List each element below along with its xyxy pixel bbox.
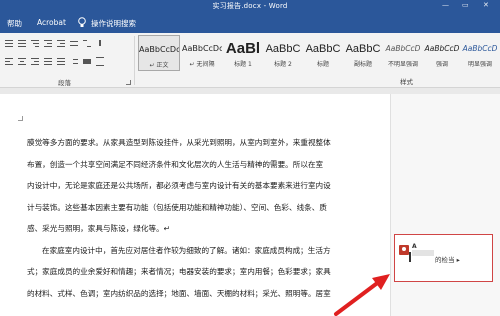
lightbulb-icon — [78, 17, 86, 27]
style-subtle-emphasis[interactable]: AaBbCcD 不明显强调 — [384, 35, 422, 71]
margin-corner-mark — [18, 116, 23, 121]
style-heading-2[interactable]: AaBbC 标题 2 — [264, 35, 302, 71]
style-name: 标题 2 — [274, 61, 292, 68]
style-sample: AaBl — [225, 40, 261, 57]
style-name: 标题 — [316, 61, 329, 68]
style-sample: AaBbCcDc — [139, 45, 180, 54]
paragraph-group-label: 段落 — [58, 79, 71, 87]
style-normal[interactable]: AaBbCcDc ↵ 正文 — [138, 35, 180, 71]
comment-text: 的检当 ▸ — [435, 256, 460, 264]
ribbon: 段落 AaBbCcDc ↵ 正文 AaBbCcDc ↵ 无间隔 AaBl 标题 … — [0, 33, 500, 88]
doc-line: 内设计中，无论是家庭还是公共场所，都必须考虑与室内设计有关的基本要素来进行室内设 — [27, 181, 331, 190]
tab-help[interactable]: 帮助 — [7, 18, 22, 29]
sort-icon[interactable] — [82, 38, 92, 48]
comment-redacted-text — [412, 250, 434, 256]
style-name: ↵ 正文 — [149, 62, 169, 69]
close-button[interactable]: ✕ — [483, 1, 489, 9]
doc-line: 在家庭室内设计中，首先应对居住者作较为细致的了解。诸如：家庭成员构成；生活方 — [42, 245, 331, 255]
show-marks-icon[interactable] — [95, 38, 105, 48]
style-name: 标题 1 — [234, 61, 252, 68]
comment-balloon[interactable]: A 的检当 ▸ — [394, 234, 493, 282]
style-heading-1[interactable]: AaBl 标题 1 — [224, 35, 262, 71]
style-title[interactable]: AaBbC 标题 — [304, 35, 342, 71]
text-cursor-icon — [409, 252, 411, 262]
style-intense-emphasis[interactable]: AaBbCcD 明显强调 — [462, 35, 498, 71]
doc-line: 布置，创造一个共享空间满足不同经济条件和文化层次的人生活与精神的需要。所以在室 — [27, 159, 324, 169]
title-bar: 实习报告.docx - Word — ▭ ✕ — [0, 0, 500, 13]
tell-me-search[interactable]: 操作说明搜索 — [91, 18, 136, 29]
style-emphasis[interactable]: AaBbCcD 强调 — [424, 35, 460, 71]
ribbon-tab-row: 帮助 Acrobat 操作说明搜索 — [0, 13, 500, 33]
group-separator — [134, 36, 135, 85]
styles-group-label: 样式 — [400, 78, 413, 86]
style-subtitle[interactable]: AaBbC 副标题 — [344, 35, 382, 71]
maximize-button[interactable]: ▭ — [462, 1, 469, 9]
style-name: 明显强调 — [467, 61, 492, 68]
doc-line: 的材料、式样、色调；室内纺织品的选择；地面、墙面、天棚的材料；采光、照明等。居室 — [27, 288, 331, 298]
user-avatar-icon — [399, 245, 409, 255]
align-center-icon[interactable] — [17, 56, 27, 66]
comment-author: A — [412, 243, 417, 250]
style-sample: AaBbC — [305, 43, 341, 55]
decrease-indent-icon[interactable] — [43, 38, 53, 48]
paragraph-group: 段落 — [0, 33, 134, 88]
minimize-button[interactable]: — — [442, 1, 449, 9]
tab-acrobat[interactable]: Acrobat — [37, 18, 66, 27]
style-sample: AaBbC — [265, 43, 301, 55]
style-sample: AaBbCcDc — [182, 44, 222, 53]
document-body[interactable]: 膜觉等多方面的要求。从家具造型到陈设挂件，从采光到照明，从室内到室外，来重视整体… — [27, 132, 343, 304]
line-spacing-icon[interactable] — [69, 56, 79, 66]
style-name: 不明显强调 — [387, 61, 418, 68]
borders-icon[interactable] — [95, 56, 105, 66]
align-left-icon[interactable] — [4, 56, 14, 66]
style-no-spacing[interactable]: AaBbCcDc ↵ 无间隔 — [182, 35, 222, 71]
chinese-layout-icon[interactable] — [69, 38, 79, 48]
shading-icon[interactable] — [82, 56, 92, 66]
style-name: 副标题 — [353, 61, 372, 68]
style-sample: AaBbCcD — [385, 44, 421, 53]
doc-line: 感、采光与照明，家具与陈设，绿化等。↵ — [27, 224, 171, 233]
style-name: 强调 — [435, 61, 448, 68]
comments-pane — [390, 94, 500, 316]
style-name: ↵ 无间隔 — [189, 61, 215, 68]
doc-line: 式；家庭成员的业余爱好和情趣；来者情况；电器安装的要求；室内用餐；色彩要求；家具 — [27, 267, 331, 276]
bullets-icon[interactable] — [4, 38, 14, 48]
justify-icon[interactable] — [43, 56, 53, 66]
styles-gallery: AaBbCcDc ↵ 正文 AaBbCcDc ↵ 无间隔 AaBl 标题 1 A… — [138, 35, 500, 75]
align-right-icon[interactable] — [30, 56, 40, 66]
style-sample: AaBbC — [345, 43, 381, 55]
document-page[interactable]: 膜觉等多方面的要求。从家具造型到陈设挂件，从采光到照明，从室内到室外，来重视整体… — [0, 94, 390, 316]
window-title: 实习报告.docx - Word — [212, 2, 288, 10]
multilevel-list-icon[interactable] — [30, 38, 40, 48]
style-sample: AaBbCcD — [424, 44, 460, 53]
numbering-icon[interactable] — [17, 38, 27, 48]
style-sample: AaBbCcD — [462, 44, 498, 53]
paragraph-dialog-launcher[interactable] — [126, 80, 131, 85]
increase-indent-icon[interactable] — [56, 38, 66, 48]
doc-line: 计与装饰。这些基本因素主要有功能（包括使用功能和精神功能）、空间、色彩、线条、质 — [27, 202, 327, 212]
doc-line: 膜觉等多方面的要求。从家具造型到陈设挂件，从采光到照明，从室内到室外，来重视整体 — [27, 138, 331, 147]
distributed-icon[interactable] — [56, 56, 66, 66]
